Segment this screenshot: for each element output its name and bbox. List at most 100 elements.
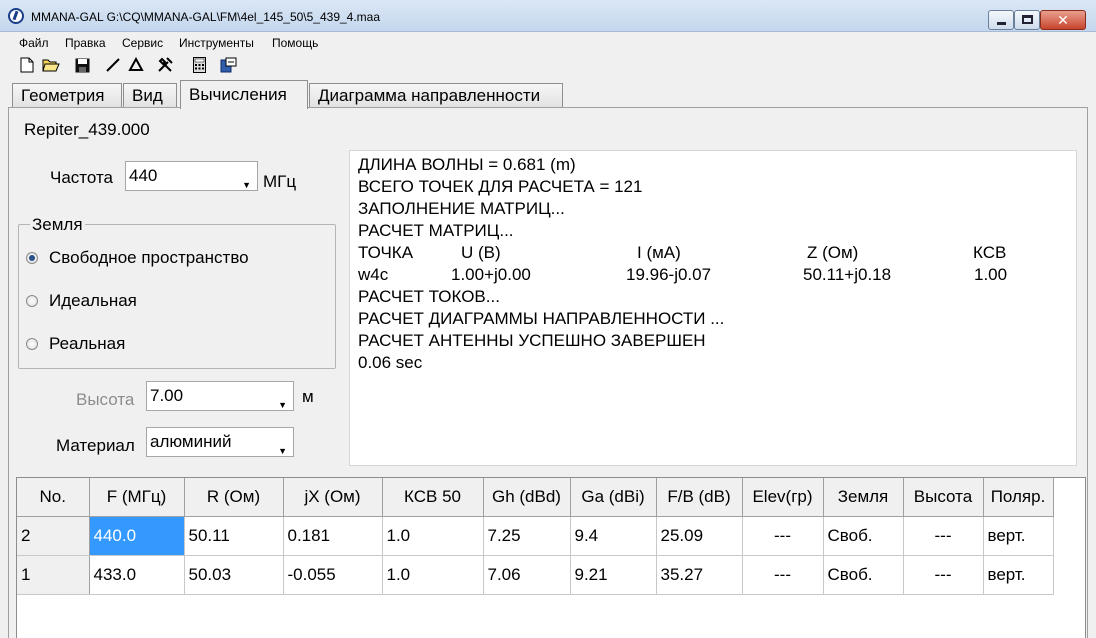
table-cell[interactable]: 433.0 bbox=[89, 555, 185, 595]
column-header[interactable]: Ga (dBi) bbox=[570, 478, 657, 517]
height-unit: м bbox=[302, 387, 314, 406]
title-bar: MMANA-GAL G:\CQ\MMANA-GAL\FM\4el_145_50\… bbox=[0, 0, 1096, 32]
column-header[interactable]: Высота bbox=[903, 478, 984, 517]
column-header[interactable]: Gh (dBd) bbox=[483, 478, 571, 517]
output-line: РАСЧЕТ ТОКОВ... bbox=[358, 287, 500, 306]
minimize-icon bbox=[997, 22, 1006, 25]
table-cell[interactable]: верт. bbox=[983, 555, 1054, 595]
menu-help[interactable]: Помощь bbox=[272, 36, 318, 50]
table-cell[interactable]: 9.21 bbox=[570, 555, 657, 595]
output-header-impedance: Z (Ом) bbox=[807, 243, 859, 262]
output-current: 19.96-j0.07 bbox=[626, 265, 712, 284]
save-icon[interactable] bbox=[73, 56, 91, 74]
table-cell[interactable]: 2 bbox=[17, 516, 90, 556]
menu-service[interactable]: Сервис bbox=[122, 36, 163, 50]
tab-view[interactable]: Вид bbox=[123, 83, 177, 107]
chevron-down-icon[interactable]: ▼ bbox=[278, 391, 287, 419]
radio-free-space[interactable]: Свободное пространство bbox=[26, 248, 326, 268]
tab-radiation-pattern[interactable]: Диаграмма направленности bbox=[309, 83, 563, 107]
output-line: РАСЧЕТ МАТРИЦ... bbox=[358, 221, 514, 240]
output-voltage: 1.00+j0.00 bbox=[451, 265, 531, 284]
results-table[interactable]: No. F (МГц) R (Ом) jX (Ом) КСВ 50 Gh (dB… bbox=[16, 477, 1086, 638]
tab-calculation[interactable]: Вычисления bbox=[180, 80, 308, 109]
menu-tools[interactable]: Инструменты bbox=[179, 36, 254, 50]
export-icon[interactable] bbox=[219, 56, 237, 74]
column-header[interactable]: F (МГц) bbox=[89, 478, 185, 517]
table-cell[interactable]: Своб. bbox=[823, 555, 904, 595]
minimize-button[interactable] bbox=[988, 10, 1014, 30]
radio-real-ground-label: Реальная bbox=[49, 334, 126, 353]
radio-checked-icon bbox=[26, 252, 38, 264]
column-header[interactable]: jX (Ом) bbox=[283, 478, 383, 517]
frequency-unit: МГц bbox=[263, 172, 297, 191]
radio-free-space-label: Свободное пространство bbox=[49, 248, 249, 267]
radio-perfect-ground[interactable]: Идеальная bbox=[26, 291, 226, 311]
material-combo[interactable]: алюминий ▼ bbox=[146, 427, 294, 457]
table-cell[interactable]: 50.11 bbox=[184, 516, 284, 556]
table-cell[interactable]: 25.09 bbox=[656, 516, 743, 556]
table-cell[interactable]: Своб. bbox=[823, 516, 904, 556]
height-value: 7.00 bbox=[150, 386, 184, 405]
table-cell[interactable]: 35.27 bbox=[656, 555, 743, 595]
table-cell[interactable]: 0.181 bbox=[283, 516, 383, 556]
table-cell[interactable]: --- bbox=[903, 516, 984, 556]
radio-unchecked-icon bbox=[26, 338, 38, 350]
new-file-icon[interactable] bbox=[18, 56, 36, 74]
menu-bar: Файл Правка Сервис Инструменты Помощь bbox=[0, 33, 1096, 53]
table-cell[interactable]: 1.0 bbox=[382, 516, 484, 556]
open-folder-icon[interactable] bbox=[42, 56, 60, 74]
triangle-tool-icon[interactable] bbox=[127, 56, 145, 74]
ground-group-label: Земля bbox=[30, 215, 85, 235]
table-cell[interactable]: --- bbox=[742, 516, 824, 556]
output-header-swr: КСВ bbox=[973, 243, 1007, 262]
column-header[interactable]: Поляр. bbox=[983, 478, 1054, 517]
menu-edit[interactable]: Правка bbox=[65, 36, 106, 50]
radio-real-ground[interactable]: Реальная bbox=[26, 334, 226, 354]
table-row[interactable]: 1 433.0 50.03 -0.055 1.0 7.06 9.21 35.27… bbox=[17, 555, 1054, 595]
output-impedance: 50.11+j0.18 bbox=[803, 265, 892, 284]
height-label: Высота bbox=[76, 390, 135, 409]
chevron-down-icon[interactable]: ▼ bbox=[278, 437, 287, 465]
calculator-icon[interactable] bbox=[190, 56, 208, 74]
output-line: РАСЧЕТ ДИАГРАММЫ НАПРАВЛЕННОСТИ ... bbox=[358, 309, 725, 328]
table-cell[interactable]: 50.03 bbox=[184, 555, 284, 595]
material-label: Материал bbox=[56, 436, 135, 455]
tools-icon[interactable] bbox=[156, 56, 174, 74]
column-header[interactable]: КСВ 50 bbox=[382, 478, 484, 517]
material-value: алюминий bbox=[150, 432, 232, 451]
table-cell[interactable]: -0.055 bbox=[283, 555, 383, 595]
table-cell[interactable]: 1.0 bbox=[382, 555, 484, 595]
chevron-down-icon[interactable]: ▼ bbox=[242, 171, 251, 199]
column-header[interactable]: Elev(гр) bbox=[742, 478, 824, 517]
frequency-value: 440 bbox=[129, 166, 158, 185]
close-button[interactable]: ✕ bbox=[1040, 10, 1086, 30]
table-cell-selected[interactable]: 440.0 bbox=[89, 516, 185, 556]
table-cell[interactable]: верт. bbox=[983, 516, 1054, 556]
height-combo[interactable]: 7.00 ▼ bbox=[146, 381, 294, 411]
window-title: MMANA-GAL G:\CQ\MMANA-GAL\FM\4el_145_50\… bbox=[31, 10, 381, 24]
frequency-label: Частота bbox=[50, 168, 114, 187]
column-header[interactable]: Земля bbox=[823, 478, 904, 517]
results-header-row: No. F (МГц) R (Ом) jX (Ом) КСВ 50 Gh (dB… bbox=[17, 478, 1054, 517]
output-line: РАСЧЕТ АНТЕННЫ УСПЕШНО ЗАВЕРШЕН bbox=[358, 331, 706, 350]
table-cell[interactable]: 1 bbox=[17, 555, 90, 595]
output-header-voltage: U (B) bbox=[461, 243, 501, 262]
table-cell[interactable]: --- bbox=[903, 555, 984, 595]
column-header[interactable]: F/B (dB) bbox=[656, 478, 743, 517]
maximize-button[interactable] bbox=[1014, 10, 1040, 30]
menu-file[interactable]: Файл bbox=[19, 36, 49, 50]
line-tool-icon[interactable] bbox=[104, 56, 122, 74]
column-header[interactable]: R (Ом) bbox=[184, 478, 284, 517]
output-line: ВСЕГО ТОЧЕК ДЛЯ РАСЧЕТА = 121 bbox=[358, 177, 643, 196]
table-row[interactable]: 2 440.0 50.11 0.181 1.0 7.25 9.4 25.09 -… bbox=[17, 516, 1054, 556]
column-header[interactable]: No. bbox=[17, 478, 90, 517]
table-cell[interactable]: --- bbox=[742, 555, 824, 595]
maximize-icon bbox=[1022, 15, 1033, 24]
table-cell[interactable]: 7.25 bbox=[483, 516, 571, 556]
tab-geometry[interactable]: Геометрия bbox=[12, 83, 122, 107]
frequency-combo[interactable]: 440 ▼ bbox=[125, 161, 258, 191]
table-cell[interactable]: 7.06 bbox=[483, 555, 571, 595]
output-header-point: ТОЧКА bbox=[358, 243, 414, 262]
close-icon: ✕ bbox=[1057, 12, 1069, 28]
table-cell[interactable]: 9.4 bbox=[570, 516, 657, 556]
